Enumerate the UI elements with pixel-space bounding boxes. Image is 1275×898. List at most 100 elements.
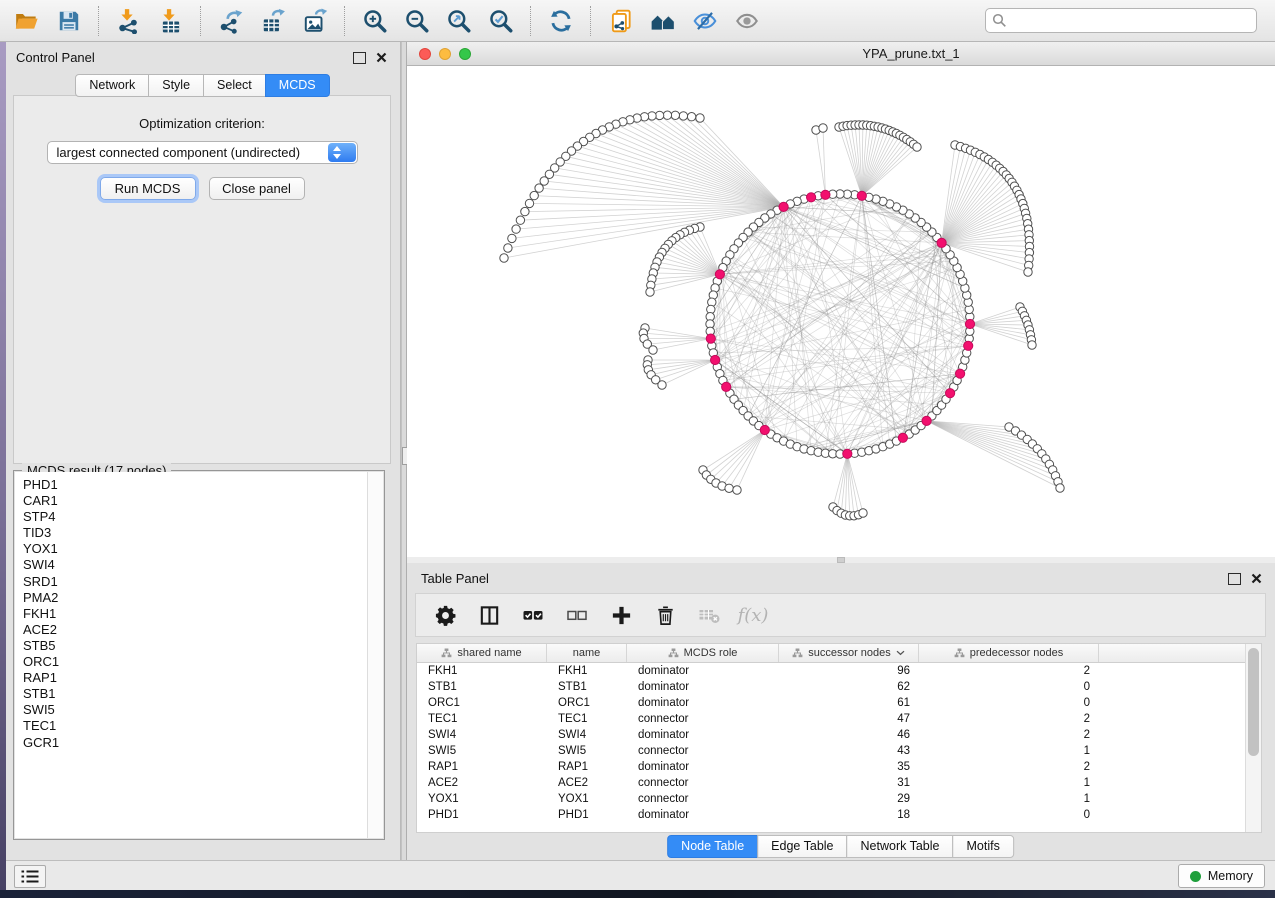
table-cell[interactable]: 18	[779, 807, 919, 823]
table-cell[interactable]: dominator	[627, 807, 779, 823]
window-close-icon[interactable]	[419, 48, 431, 60]
table-cell[interactable]: dominator	[627, 759, 779, 775]
zoom-in-button[interactable]	[356, 3, 394, 39]
table-cell[interactable]: 2	[919, 759, 1099, 775]
table-tab-edge-table[interactable]: Edge Table	[757, 835, 847, 858]
table-tab-node-table[interactable]: Node Table	[667, 835, 758, 858]
zoom-selected-button[interactable]	[482, 3, 520, 39]
mcds-result-item[interactable]: RAP1	[15, 670, 368, 686]
control-tab-mcds[interactable]: MCDS	[265, 74, 330, 97]
table-cell[interactable]: 96	[779, 663, 919, 679]
column-header-name[interactable]: name	[547, 644, 627, 662]
table-cell[interactable]: connector	[627, 743, 779, 759]
table-cell[interactable]: 43	[779, 743, 919, 759]
task-history-button[interactable]	[14, 865, 46, 888]
column-header-successor-nodes[interactable]: successor nodes	[779, 644, 919, 662]
table-cell[interactable]: ACE2	[417, 775, 547, 791]
table-row[interactable]: RAP1RAP1dominator352	[417, 759, 1261, 775]
table-cell[interactable]: SWI5	[417, 743, 547, 759]
table-cell[interactable]: FKH1	[547, 663, 627, 679]
table-panel-close-icon[interactable]	[1251, 573, 1262, 584]
column-header-predecessor-nodes[interactable]: predecessor nodes	[919, 644, 1099, 662]
table-cell[interactable]: STB1	[417, 679, 547, 695]
table-cell[interactable]: 0	[919, 807, 1099, 823]
save-session-button[interactable]	[50, 3, 88, 39]
window-minimize-icon[interactable]	[439, 48, 451, 60]
mcds-result-item[interactable]: YOX1	[15, 541, 368, 557]
window-maximize-icon[interactable]	[459, 48, 471, 60]
function-builder-button-disabled[interactable]: f(x)	[738, 600, 768, 630]
delete-column-button[interactable]	[650, 600, 680, 630]
refresh-layout-button[interactable]	[542, 3, 580, 39]
table-cell[interactable]: dominator	[627, 679, 779, 695]
import-network-button[interactable]	[110, 3, 148, 39]
table-scrollbar[interactable]	[1245, 644, 1261, 832]
zoom-fit-button[interactable]	[440, 3, 478, 39]
table-cell[interactable]: connector	[627, 711, 779, 727]
run-mcds-button[interactable]: Run MCDS	[100, 177, 196, 200]
table-cell[interactable]: SWI5	[547, 743, 627, 759]
export-image-button[interactable]	[296, 3, 334, 39]
table-cell[interactable]: 0	[919, 695, 1099, 711]
table-cell[interactable]: ORC1	[417, 695, 547, 711]
control-panel-close-icon[interactable]	[376, 52, 387, 63]
table-cell[interactable]: 47	[779, 711, 919, 727]
table-cell[interactable]: 35	[779, 759, 919, 775]
table-cell[interactable]: RAP1	[417, 759, 547, 775]
table-row[interactable]: STB1STB1dominator620	[417, 679, 1261, 695]
table-cell[interactable]: ACE2	[547, 775, 627, 791]
export-network-button[interactable]	[212, 3, 250, 39]
table-tab-motifs[interactable]: Motifs	[952, 835, 1013, 858]
table-row[interactable]: SWI5SWI5connector431	[417, 743, 1261, 759]
control-tab-network[interactable]: Network	[75, 74, 149, 97]
table-cell[interactable]: 62	[779, 679, 919, 695]
memory-button[interactable]: Memory	[1178, 864, 1265, 888]
mcds-result-item[interactable]: ORC1	[15, 654, 368, 670]
table-row[interactable]: ORC1ORC1dominator610	[417, 695, 1261, 711]
table-cell[interactable]: SWI4	[547, 727, 627, 743]
table-cell[interactable]: 2	[919, 727, 1099, 743]
select-all-button[interactable]	[518, 600, 548, 630]
mcds-result-item[interactable]: FKH1	[15, 606, 368, 622]
control-tab-style[interactable]: Style	[148, 74, 204, 97]
table-cell[interactable]: RAP1	[547, 759, 627, 775]
table-cell[interactable]: 1	[919, 743, 1099, 759]
column-header-MCDS-role[interactable]: MCDS role	[627, 644, 779, 662]
table-row[interactable]: PHD1PHD1dominator180	[417, 807, 1261, 823]
zoom-out-button[interactable]	[398, 3, 436, 39]
table-cell[interactable]: 0	[919, 679, 1099, 695]
table-cell[interactable]: STB1	[547, 679, 627, 695]
table-cell[interactable]: dominator	[627, 727, 779, 743]
table-cell[interactable]: YOX1	[547, 791, 627, 807]
mcds-result-item[interactable]: SRD1	[15, 574, 368, 590]
hide-graphics-details-button[interactable]	[686, 3, 724, 39]
table-row[interactable]: TEC1TEC1connector472	[417, 711, 1261, 727]
export-table-button[interactable]	[254, 3, 292, 39]
table-panel-float-icon[interactable]	[1228, 573, 1241, 585]
show-networks-button[interactable]	[644, 3, 682, 39]
table-cell[interactable]: dominator	[627, 663, 779, 679]
table-cell[interactable]: FKH1	[417, 663, 547, 679]
open-session-button[interactable]	[8, 3, 46, 39]
table-tab-network-table[interactable]: Network Table	[847, 835, 954, 858]
control-tab-select[interactable]: Select	[203, 74, 266, 97]
table-cell[interactable]: 1	[919, 775, 1099, 791]
table-cell[interactable]: connector	[627, 791, 779, 807]
table-row[interactable]: ACE2ACE2connector311	[417, 775, 1261, 791]
network-window-titlebar[interactable]: YPA_prune.txt_1	[407, 42, 1275, 66]
table-settings-button[interactable]	[430, 600, 460, 630]
close-panel-button[interactable]: Close panel	[209, 177, 305, 200]
mcds-result-item[interactable]: SWI4	[15, 557, 368, 573]
deselect-all-button[interactable]	[562, 600, 592, 630]
control-panel-float-icon[interactable]	[353, 52, 366, 64]
table-cell[interactable]: connector	[627, 775, 779, 791]
table-cell[interactable]: PHD1	[547, 807, 627, 823]
table-row[interactable]: SWI4SWI4dominator462	[417, 727, 1261, 743]
mcds-result-item[interactable]: PHD1	[15, 477, 368, 493]
table-cell[interactable]: 2	[919, 711, 1099, 727]
table-cell[interactable]: TEC1	[547, 711, 627, 727]
criterion-dropdown[interactable]: largest connected component (undirected)	[47, 141, 358, 164]
table-cell[interactable]: 2	[919, 663, 1099, 679]
table-cell[interactable]: SWI4	[417, 727, 547, 743]
table-row[interactable]: YOX1YOX1connector291	[417, 791, 1261, 807]
